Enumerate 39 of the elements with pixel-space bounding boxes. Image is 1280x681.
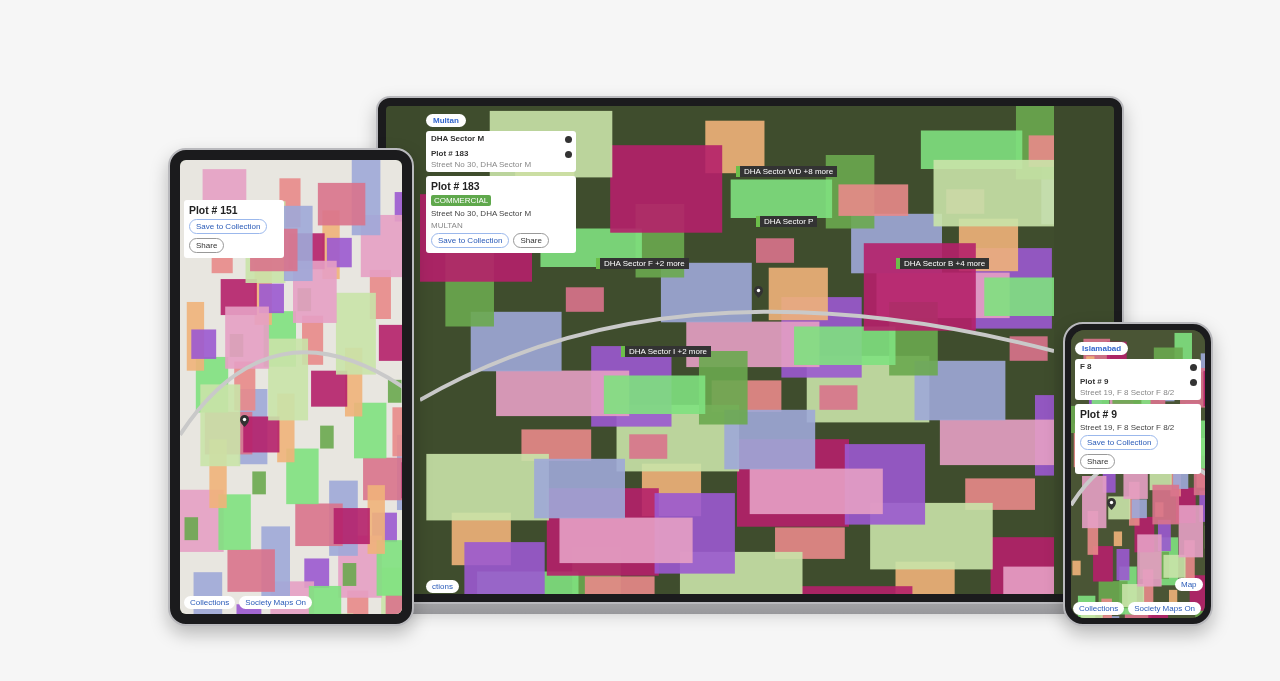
location-pin-icon <box>1107 498 1116 510</box>
collections-button[interactable]: ctions <box>426 580 459 593</box>
share-button[interactable]: Share <box>189 238 225 253</box>
result-title[interactable]: DHA Sector M <box>431 134 485 143</box>
map-toggle-button[interactable]: Map <box>1175 578 1203 591</box>
location-pin-icon <box>754 286 763 298</box>
plot-title: Plot # 151 <box>189 205 239 216</box>
plot-address: Street 19, F 8 Sector F 8/2 <box>1080 423 1176 432</box>
plot-address: Street No 30, DHA Sector M <box>431 209 533 218</box>
map-label[interactable]: DHA Sector I +2 more <box>621 346 712 357</box>
share-button[interactable]: Share <box>1080 454 1116 469</box>
city-selector[interactable]: Multan <box>426 114 466 127</box>
society-maps-button[interactable]: Society Maps On <box>1128 602 1202 615</box>
result-address: Street No 30, DHA Sector M <box>431 160 532 169</box>
plot-city: MULTAN <box>431 221 464 230</box>
collections-button[interactable]: Collections <box>184 596 236 609</box>
map-label[interactable]: DHA Sector F +2 more <box>596 258 689 269</box>
society-maps-button[interactable]: Society Maps On <box>239 596 313 609</box>
collections-button[interactable]: Collections <box>1073 602 1125 615</box>
close-icon[interactable] <box>565 151 572 158</box>
location-pin-icon <box>240 415 249 427</box>
map-label[interactable]: DHA Sector WD +8 more <box>736 166 838 177</box>
plot-title: Plot # 183 <box>431 181 481 192</box>
close-icon[interactable] <box>565 136 572 143</box>
plot-tag: COMMERCIAL <box>431 195 492 206</box>
result-title[interactable]: Plot # 9 <box>1080 377 1109 386</box>
save-to-collection-button[interactable]: Save to Collection <box>431 233 510 248</box>
close-icon[interactable] <box>1190 364 1197 371</box>
plot-title: Plot # 9 <box>1080 409 1118 420</box>
map-label[interactable]: DHA Sector B +4 more <box>896 258 990 269</box>
city-selector[interactable]: Islamabad <box>1075 342 1129 355</box>
map-label[interactable]: DHA Sector P <box>756 216 818 227</box>
result-title[interactable]: Plot # 183 <box>431 149 469 158</box>
result-address: Street 19, F 8 Sector F 8/2 <box>1080 388 1175 397</box>
share-button[interactable]: Share <box>513 233 549 248</box>
close-icon[interactable] <box>1190 379 1197 386</box>
save-to-collection-button[interactable]: Save to Collection <box>1080 435 1159 450</box>
save-to-collection-button[interactable]: Save to Collection <box>189 219 268 234</box>
result-title[interactable]: F 8 <box>1080 362 1092 371</box>
